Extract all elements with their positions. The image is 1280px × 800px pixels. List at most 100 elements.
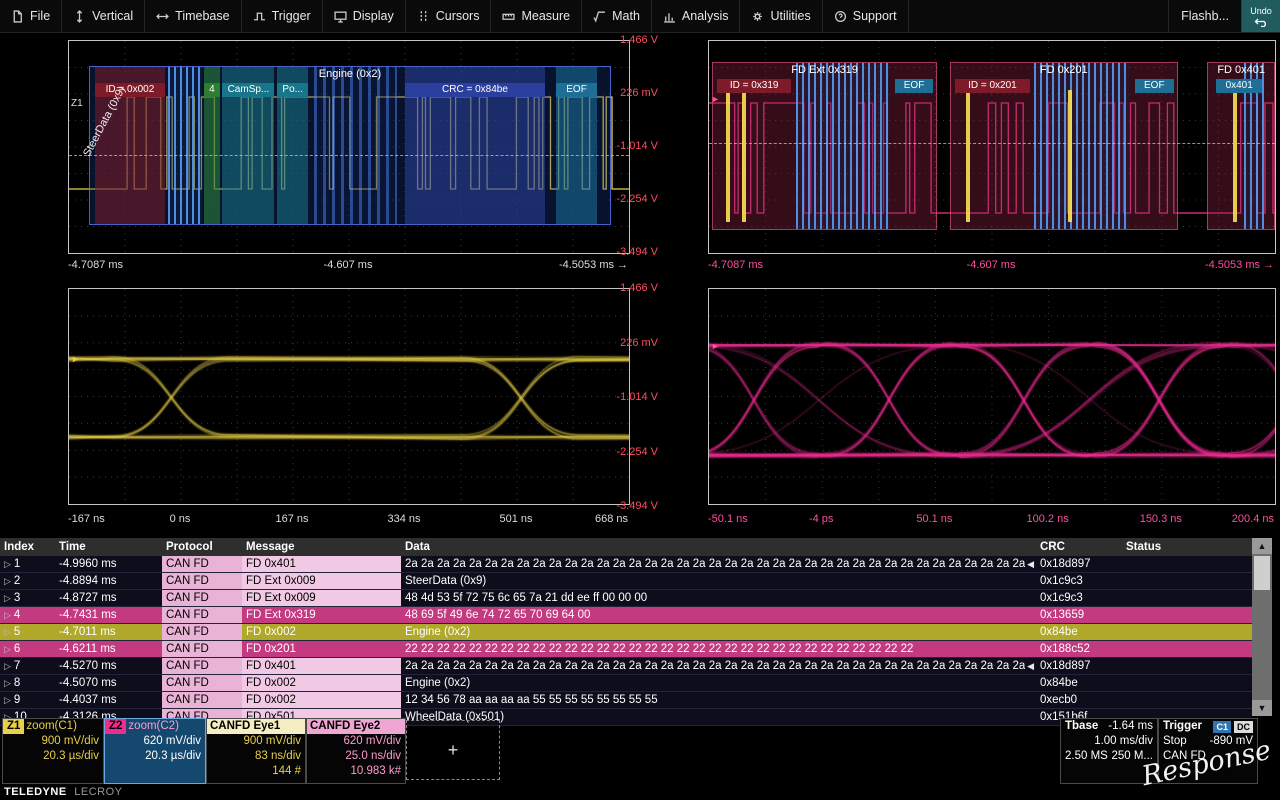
cell-protocol: CAN FD (162, 573, 242, 589)
cell-data: 48 69 5f 49 6e 74 72 65 70 69 64 00 (401, 607, 1036, 623)
table-row[interactable]: ▷1-4.9960 msCAN FDFD 0x4012a 2a 2a 2a 2a… (0, 556, 1252, 573)
menu-item-display[interactable]: Display (323, 0, 406, 32)
decode-segment-data (314, 67, 397, 224)
waveform-area-z2[interactable]: FD Ext 0x319ID = 0x319EOFFD 0x201ID = 0x… (708, 40, 1276, 254)
cell-message: FD Ext 0x009 (242, 590, 401, 606)
trace-descriptor-canfdeye2[interactable]: CANFD Eye2620 mV/div25.0 ns/div10.983 k# (306, 718, 406, 784)
menu-item-utilities[interactable]: Utilities (740, 0, 822, 32)
menu-item-timebase[interactable]: Timebase (145, 0, 241, 32)
cell-message: FD 0x201 (242, 641, 401, 657)
cell-data: 22 22 22 22 22 22 22 22 22 22 22 22 22 2… (401, 641, 1036, 657)
decode-segment-id: ID = 0x002 (95, 67, 165, 224)
index-value: 5 (14, 626, 20, 638)
menu-item-label: Trigger (272, 9, 311, 23)
can-decode-overlay: Engine (0x2)ID = 0x0024CamSp...Po...CRC … (69, 41, 629, 253)
expand-icon[interactable]: ▷ (4, 593, 11, 603)
column-header-index: Index (0, 538, 55, 556)
index-value: 2 (14, 575, 20, 587)
table-row[interactable]: ▷6-4.6211 msCAN FDFD 0x20122 22 22 22 22… (0, 641, 1252, 658)
cell-status (1122, 556, 1252, 572)
menu-item-math[interactable]: Math (582, 0, 652, 32)
expand-icon[interactable]: ▷ (4, 644, 11, 654)
column-header-time: Time (55, 538, 162, 556)
expand-icon[interactable]: ▷ (4, 559, 11, 569)
menu-item-vertical[interactable]: Vertical (62, 0, 145, 32)
menu-item-measure[interactable]: Measure (491, 0, 582, 32)
trace-descriptor-z1[interactable]: Z1zoom(C1)900 mV/div20.3 µs/div (2, 718, 104, 784)
menu-item-flashback[interactable]: Flashb... (1168, 0, 1241, 32)
protocol-decode-table: IndexTimeProtocolMessageDataCRCStatus ▷1… (0, 538, 1252, 726)
scroll-down-button[interactable]: ▼ (1252, 700, 1272, 716)
menu-item-analysis[interactable]: Analysis (652, 0, 741, 32)
table-row[interactable]: ▷3-4.8727 msCAN FDFD Ext 0x00948 4d 53 5… (0, 590, 1252, 607)
cell-protocol: CAN FD (162, 624, 242, 640)
waveform-area-z1[interactable]: Engine (0x2)ID = 0x0024CamSp...Po...CRC … (68, 40, 630, 254)
cell-message: FD Ext 0x319 (242, 607, 401, 623)
cell-protocol: CAN FD (162, 692, 242, 708)
table-row[interactable]: ▷5-4.7011 msCAN FDFD 0x002Engine (0x2)0x… (0, 624, 1252, 641)
table-row[interactable]: ▷2-4.8894 msCAN FDFD Ext 0x009SteerData … (0, 573, 1252, 590)
table-row[interactable]: ▷4-4.7431 msCAN FDFD Ext 0x31948 69 5f 4… (0, 607, 1252, 624)
x-axis-label: -4.607 ms (324, 259, 373, 271)
cell-message: FD 0x002 (242, 692, 401, 708)
scroll-up-button[interactable]: ▲ (1252, 538, 1272, 554)
undo-button[interactable]: Undo (1241, 0, 1280, 32)
trace-descriptor-z2[interactable]: Z2zoom(C2)620 mV/div20.3 µs/div (104, 718, 206, 784)
x-axis-label: 150.3 ns (1140, 513, 1182, 525)
column-header-message: Message (242, 538, 401, 556)
eye-diagram-area-1[interactable]: ► (68, 288, 630, 505)
brand-lecroy: LECROY (74, 786, 122, 798)
x-axis-labels: -4.7087 ms-4.607 ms-4.5053 ms→ (708, 256, 1274, 276)
expand-icon[interactable]: ▷ (4, 627, 11, 637)
decode-segment-stuff (168, 67, 202, 224)
x-axis-label: 167 ns (275, 513, 308, 525)
eye-diagram-area-2[interactable]: ► (708, 288, 1276, 505)
add-trace-button[interactable]: + (406, 720, 500, 780)
data-bytes: Engine (0x2) (405, 624, 1036, 640)
brand-teledyne: TELEDYNE (4, 786, 67, 798)
descriptor-line: 620 mV/div (307, 734, 405, 749)
descriptor-header: CANFD Eye2 (307, 719, 405, 734)
menu-item-trigger[interactable]: Trigger (242, 0, 323, 32)
expand-icon[interactable]: ▷ (4, 695, 11, 705)
expand-icon[interactable]: ▷ (4, 678, 11, 688)
trigger-level-line (69, 155, 629, 156)
menu-item-support[interactable]: Support (823, 0, 909, 32)
cell-data: 12 34 56 78 aa aa aa aa 55 55 55 55 55 5… (401, 692, 1036, 708)
data-bytes: 22 22 22 22 22 22 22 22 22 22 22 22 22 2… (405, 641, 1036, 657)
cell-crc: 0x13659 (1036, 607, 1122, 623)
cell-status (1122, 675, 1252, 691)
index-value: 7 (14, 660, 20, 672)
x-axis-labels: -4.7087 ms-4.607 ms-4.5053 ms→ (68, 256, 628, 276)
cell-data: 48 4d 53 5f 72 75 6c 65 7a 21 dd ee ff 0… (401, 590, 1036, 606)
menu-item-label: Vertical (92, 9, 133, 23)
table-body: ▷1-4.9960 msCAN FDFD 0x4012a 2a 2a 2a 2a… (0, 556, 1252, 726)
menu-item-cursors[interactable]: Cursors (406, 0, 492, 32)
cell-status (1122, 624, 1252, 640)
table-row[interactable]: ▷9-4.4037 msCAN FDFD 0x00212 34 56 78 aa… (0, 692, 1252, 709)
cell-crc: 0x18d897 (1036, 658, 1122, 674)
index-value: 4 (14, 609, 20, 621)
table-scrollbar[interactable]: ▲ ▼ (1252, 538, 1272, 716)
expand-icon[interactable]: ▷ (4, 610, 11, 620)
data-bytes: 48 69 5f 49 6e 74 72 65 70 69 64 00 (405, 607, 1036, 623)
descriptor-line: 900 mV/div (207, 734, 305, 749)
cell-crc: 0x188c52 (1036, 641, 1122, 657)
frame-title: FD 0x401 (1208, 64, 1274, 76)
menu-item-file[interactable]: File (0, 0, 62, 32)
cell-time: -4.7011 ms (55, 624, 162, 640)
menu-items: File Vertical Timebase Trigger DisplayCursor… (0, 0, 909, 32)
table-row[interactable]: ▷8-4.5070 msCAN FDFD 0x002Engine (0x2)0x… (0, 675, 1252, 692)
trigger-level-line (709, 143, 1275, 144)
scrollbar-thumb[interactable] (1254, 556, 1270, 590)
decode-id-label: ID = 0x319 (717, 79, 791, 93)
expand-icon[interactable]: ▷ (4, 661, 11, 671)
table-row[interactable]: ▷7-4.5270 msCAN FDFD 0x4012a 2a 2a 2a 2a… (0, 658, 1252, 675)
decode-segment-label: Po... (277, 83, 308, 97)
descriptor-line: 20.3 µs/div (3, 749, 103, 764)
trace-descriptor-canfdeye1[interactable]: CANFD Eye1900 mV/div83 ns/div144 # (206, 718, 306, 784)
expand-icon[interactable]: ▷ (4, 576, 11, 586)
vertical-icon (73, 10, 86, 23)
cell-data: 2a 2a 2a 2a 2a 2a 2a 2a 2a 2a 2a 2a 2a 2… (401, 556, 1036, 572)
table-header: IndexTimeProtocolMessageDataCRCStatus (0, 538, 1252, 556)
